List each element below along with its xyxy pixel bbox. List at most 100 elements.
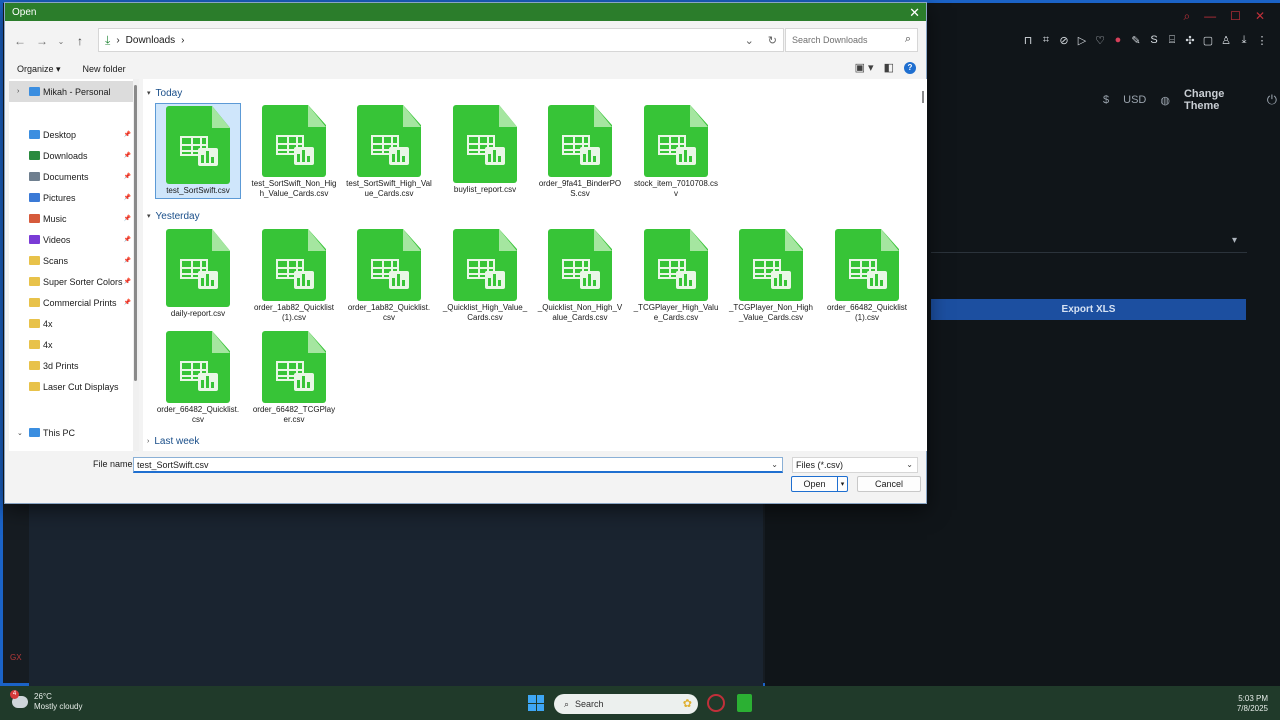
file-item[interactable]: test_SortSwift_Non_High_Value_Cards.csv: [251, 103, 337, 199]
file-item[interactable]: order_66482_Quicklist (1).csv: [824, 227, 910, 323]
back-arrow-icon[interactable]: ←: [9, 34, 31, 48]
recent-chevron-icon[interactable]: ⌄: [53, 37, 69, 46]
export-xls-button[interactable]: Export XLS: [931, 299, 1246, 320]
close-icon[interactable]: ✕: [1255, 9, 1265, 24]
chevron-down-icon[interactable]: ⌄: [771, 460, 778, 469]
organize-button[interactable]: Organize ▾: [17, 64, 61, 75]
taskbar-search[interactable]: ⌕ Search ✿: [554, 694, 698, 714]
menu-icon[interactable]: ⋮: [1255, 33, 1269, 47]
pin-icon[interactable]: 📌: [124, 299, 131, 306]
download-icon[interactable]: ⤓: [1237, 33, 1251, 47]
translate-icon[interactable]: ⌸: [1165, 33, 1179, 47]
pen-icon[interactable]: ✎: [1129, 33, 1143, 47]
pin-icon[interactable]: 📌: [124, 173, 131, 180]
nav-item[interactable]: Scans 📌: [9, 250, 133, 271]
file-name: order_1ab82_Quicklist (1).csv: [253, 303, 335, 322]
search-icon[interactable]: ⌕: [1183, 9, 1190, 24]
app-icon[interactable]: [737, 694, 752, 712]
close-icon[interactable]: ✕: [909, 6, 920, 19]
pin-icon[interactable]: 📌: [124, 278, 131, 285]
nav-item[interactable]: Downloads 📌: [9, 145, 133, 166]
file-item[interactable]: daily-report.csv: [155, 227, 241, 323]
box-icon[interactable]: ▢: [1201, 33, 1215, 47]
open-split-chevron-icon[interactable]: ▾: [837, 477, 847, 491]
pin-icon[interactable]: 📌: [124, 194, 131, 201]
nav-item[interactable]: Commercial Prints 📌: [9, 292, 133, 313]
file-item[interactable]: order_66482_TCGPlayer.csv: [251, 329, 337, 425]
weather-widget[interactable]: 4 26°C Mostly cloudy: [10, 690, 82, 712]
pin-icon[interactable]: 📌: [124, 152, 131, 159]
chevron-down-icon[interactable]: ⌄: [17, 429, 23, 437]
file-item[interactable]: _TCGPlayer_Non_High_Value_Cards.csv: [728, 227, 814, 323]
nav-item[interactable]: 4x: [9, 313, 133, 334]
address-dropdown-icon[interactable]: ⌄: [745, 34, 754, 47]
heart-icon[interactable]: ♡: [1093, 33, 1107, 47]
windows-start-icon[interactable]: [528, 695, 544, 711]
nav-item[interactable]: Desktop 📌: [9, 124, 133, 145]
navigation-scrollbar[interactable]: [133, 79, 139, 451]
maximize-icon[interactable]: ☐: [1230, 9, 1241, 24]
extension-icon[interactable]: ●: [1111, 33, 1125, 47]
file-name-input[interactable]: test_SortSwift.csv ⌄: [133, 457, 783, 473]
file-item[interactable]: test_SortSwift.csv: [155, 103, 241, 199]
nav-item[interactable]: Super Sorter Colors 📌: [9, 271, 133, 292]
nav-item[interactable]: Music 📌: [9, 208, 133, 229]
opera-gx-icon[interactable]: [707, 694, 725, 712]
file-item[interactable]: _Quicklist_High_Value_Cards.csv: [442, 227, 528, 323]
clock[interactable]: 5:03 PM 7/8/2025: [1237, 694, 1268, 714]
address-bar[interactable]: ⤓ › Downloads › ⌄ ↻: [98, 28, 784, 52]
new-folder-button[interactable]: New folder: [83, 64, 126, 74]
group-header-yesterday[interactable]: ▾ Yesterday: [147, 209, 200, 223]
chevron-right-icon[interactable]: ›: [17, 88, 19, 95]
file-item[interactable]: test_SortSwift_High_Value_Cards.csv: [346, 103, 432, 199]
nav-item[interactable]: Pictures 📌: [9, 187, 133, 208]
pin-icon[interactable]: 📌: [124, 236, 131, 243]
minimize-icon[interactable]: —: [1204, 9, 1216, 24]
file-item[interactable]: buylist_report.csv: [442, 103, 528, 199]
group-header-last-week[interactable]: › Last week: [147, 434, 199, 448]
open-button[interactable]: Open ▾: [791, 476, 848, 492]
search-input[interactable]: Search Downloads ⌕: [785, 28, 918, 52]
group-header-today[interactable]: ▾ Today: [147, 86, 182, 100]
nav-item[interactable]: 4x: [9, 334, 133, 355]
nav-item[interactable]: › Mikah - Personal: [9, 81, 133, 102]
refresh-icon[interactable]: ↻: [768, 34, 777, 47]
file-item[interactable]: order_9fa41_BinderPOS.csv: [537, 103, 623, 199]
pin-icon[interactable]: 📌: [124, 215, 131, 222]
nav-item[interactable]: ⌄ This PC: [9, 422, 133, 443]
file-list-scrollbar[interactable]: [919, 79, 927, 451]
bookmark-icon[interactable]: ⊓: [1021, 33, 1035, 47]
file-item[interactable]: order_1ab82_Quicklist.csv: [346, 227, 432, 323]
currency-label[interactable]: USD: [1123, 94, 1146, 106]
play-icon[interactable]: ▷: [1075, 33, 1089, 47]
help-icon[interactable]: ?: [904, 61, 916, 74]
pin-icon[interactable]: 📌: [124, 131, 131, 138]
file-item[interactable]: _Quicklist_Non_High_Value_Cards.csv: [537, 227, 623, 323]
block-icon[interactable]: ⊘: [1057, 33, 1071, 47]
s-icon[interactable]: S: [1147, 33, 1161, 47]
nav-item[interactable]: Laser Cut Displays: [9, 376, 133, 397]
background-dropdown[interactable]: ▾: [931, 231, 1247, 253]
file-item[interactable]: _TCGPlayer_High_Value_Cards.csv: [633, 227, 719, 323]
forward-arrow-icon[interactable]: →: [31, 34, 53, 48]
change-theme-button[interactable]: Change Theme: [1184, 88, 1235, 112]
nav-item[interactable]: Documents 📌: [9, 166, 133, 187]
file-item[interactable]: stock_item_7010708.csv: [633, 103, 719, 199]
date: 7/8/2025: [1236, 704, 1268, 713]
pin-icon[interactable]: 📌: [124, 257, 131, 264]
breadcrumb-chevron-icon[interactable]: ›: [181, 35, 184, 46]
view-options-icon[interactable]: ▣ ▾: [855, 61, 874, 74]
up-arrow-icon[interactable]: ↑: [69, 34, 91, 48]
crop-icon[interactable]: ⌗: [1039, 33, 1053, 47]
breadcrumb-downloads[interactable]: Downloads: [126, 35, 175, 46]
file-item[interactable]: order_1ab82_Quicklist (1).csv: [251, 227, 337, 323]
person-icon[interactable]: ♙: [1219, 33, 1233, 47]
preview-pane-icon[interactable]: ◧: [884, 61, 894, 74]
cancel-button[interactable]: Cancel: [857, 476, 921, 492]
file-item[interactable]: order_66482_Quicklist.csv: [155, 329, 241, 425]
puzzle-icon[interactable]: ✣: [1183, 33, 1197, 47]
nav-item[interactable]: Videos 📌: [9, 229, 133, 250]
file-type-filter[interactable]: Files (*.csv) ⌄: [792, 457, 918, 473]
nav-item[interactable]: 3d Prints: [9, 355, 133, 376]
power-icon[interactable]: ⏻: [1267, 92, 1277, 108]
